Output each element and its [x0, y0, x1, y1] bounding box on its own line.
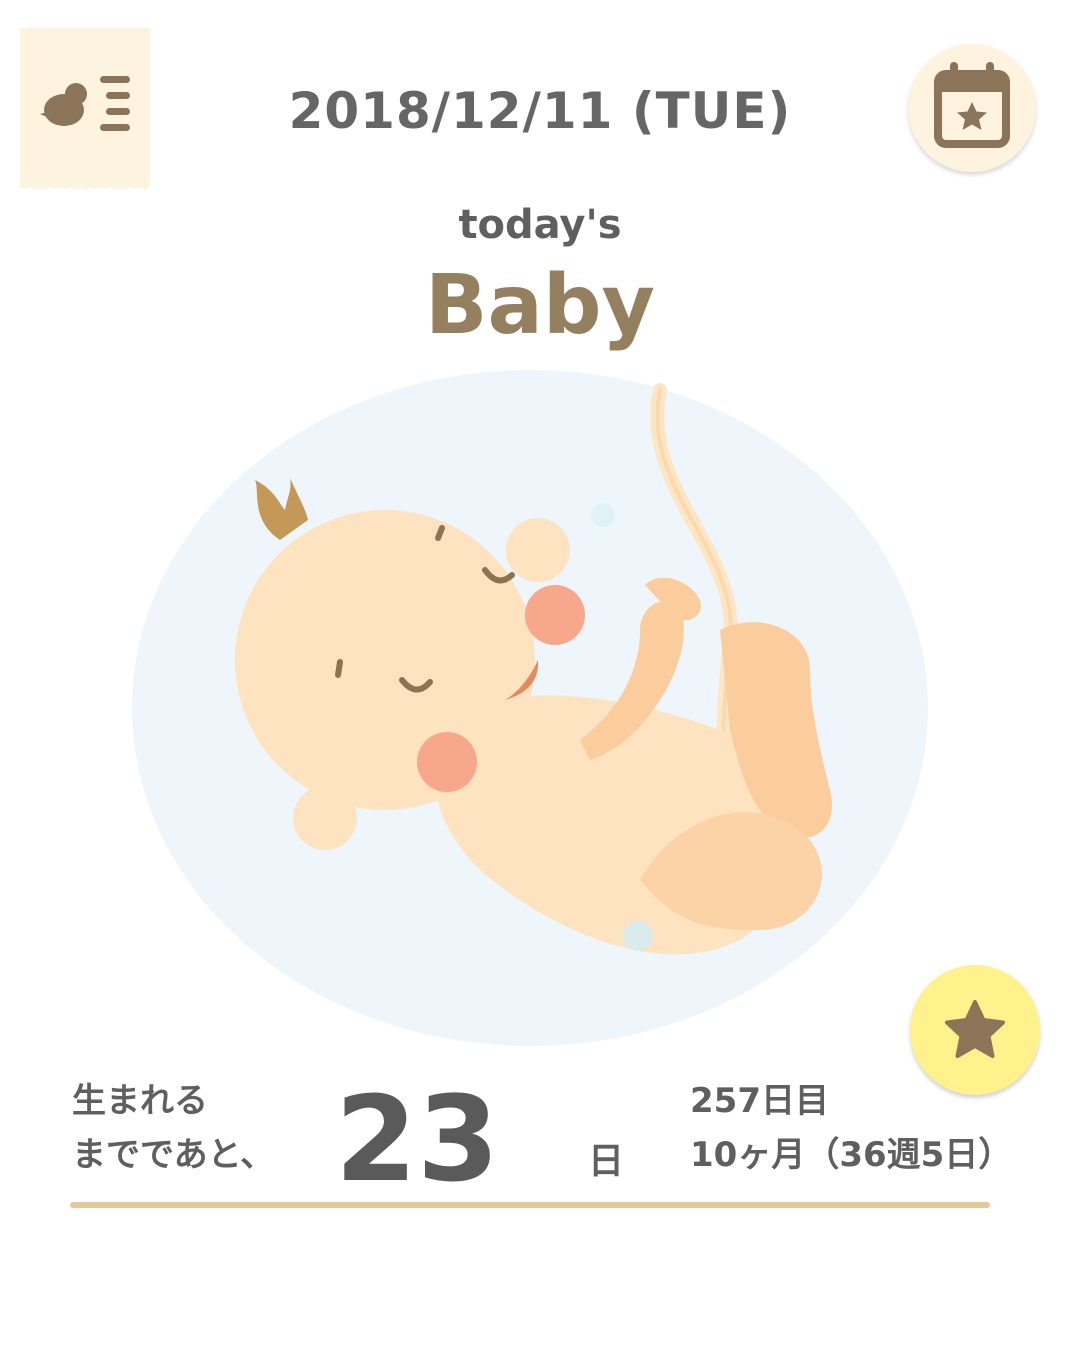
day-count: 257日目 [690, 1081, 829, 1121]
calendar-star-icon [934, 62, 1010, 148]
calendar-button[interactable] [908, 44, 1036, 172]
page-title: Baby [425, 258, 655, 353]
days-unit: 日 [588, 1141, 625, 1182]
today-label: today's [458, 202, 622, 248]
divider [70, 1202, 990, 1208]
pregnancy-info: 257日目 10ヶ月（36週5日） [690, 1074, 1012, 1182]
days-remaining: 23 [335, 1070, 500, 1208]
pregnancy-term: 10ヶ月（36週5日） [690, 1135, 1013, 1175]
countdown-label-line2: までであと、 [72, 1135, 275, 1175]
countdown-label: 生まれる までであと、 [72, 1074, 274, 1182]
countdown-label-line1: 生まれる [72, 1081, 208, 1121]
tab-edge [20, 184, 150, 190]
star-icon [945, 1000, 1005, 1058]
baby-illustration [132, 370, 928, 1046]
